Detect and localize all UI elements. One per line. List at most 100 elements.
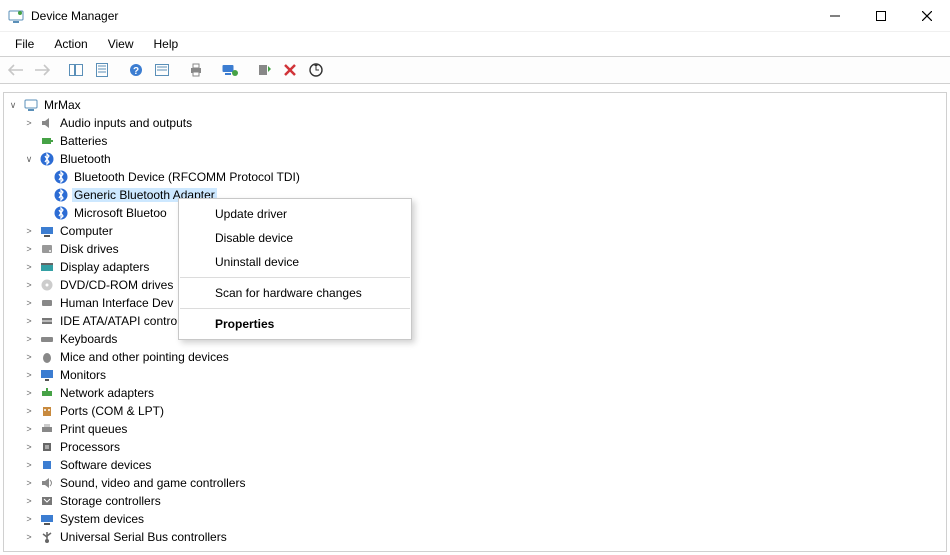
close-button[interactable] bbox=[904, 0, 950, 32]
category-label: Keyboards bbox=[58, 332, 119, 346]
expander-icon[interactable]: > bbox=[22, 476, 36, 490]
menu-file[interactable]: File bbox=[6, 34, 43, 54]
expander-icon[interactable]: > bbox=[22, 296, 36, 310]
device-row[interactable]: Bluetooth Device (RFCOMM Protocol TDI) bbox=[4, 168, 946, 186]
minimize-button[interactable] bbox=[812, 0, 858, 32]
sound-icon bbox=[39, 475, 55, 491]
bluetooth-icon bbox=[39, 151, 55, 167]
network-icon bbox=[39, 385, 55, 401]
ctx-scan-hardware[interactable]: Scan for hardware changes bbox=[179, 281, 411, 305]
action-list-button[interactable] bbox=[150, 59, 174, 81]
device-tree[interactable]: ∨ MrMax > Audio inputs and outputs Batte… bbox=[3, 92, 947, 552]
category-label: Network adapters bbox=[58, 386, 156, 400]
device-row[interactable]: Generic Bluetooth Adapter bbox=[4, 186, 946, 204]
titlebar: Device Manager bbox=[0, 0, 950, 32]
expander-icon[interactable]: > bbox=[22, 530, 36, 544]
system-icon bbox=[39, 511, 55, 527]
category-row[interactable]: > Storage controllers bbox=[4, 492, 946, 510]
category-row[interactable]: > System devices bbox=[4, 510, 946, 528]
computer-icon bbox=[39, 223, 55, 239]
category-row[interactable]: > IDE ATA/ATAPI contro bbox=[4, 312, 946, 330]
remote-computer-button[interactable] bbox=[218, 59, 242, 81]
monitor-icon bbox=[39, 367, 55, 383]
expander-icon[interactable]: > bbox=[22, 386, 36, 400]
expander-icon[interactable]: > bbox=[22, 404, 36, 418]
category-row[interactable]: > Network adapters bbox=[4, 384, 946, 402]
menubar: File Action View Help bbox=[0, 32, 950, 56]
window-title: Device Manager bbox=[31, 9, 118, 23]
menu-view[interactable]: View bbox=[99, 34, 143, 54]
category-row[interactable]: Batteries bbox=[4, 132, 946, 150]
expander-icon[interactable]: > bbox=[22, 116, 36, 130]
ctx-disable-device[interactable]: Disable device bbox=[179, 226, 411, 250]
ide-icon bbox=[39, 313, 55, 329]
category-row[interactable]: > Software devices bbox=[4, 456, 946, 474]
menu-help[interactable]: Help bbox=[145, 34, 188, 54]
maximize-button[interactable] bbox=[858, 0, 904, 32]
category-label: Batteries bbox=[58, 134, 109, 148]
category-row[interactable]: > Human Interface Dev bbox=[4, 294, 946, 312]
show-hide-tree-button[interactable] bbox=[64, 59, 88, 81]
ctx-properties[interactable]: Properties bbox=[179, 312, 411, 336]
category-row[interactable]: > Monitors bbox=[4, 366, 946, 384]
category-label: Processors bbox=[58, 440, 122, 454]
category-row[interactable]: > Mice and other pointing devices bbox=[4, 348, 946, 366]
expander-icon[interactable]: > bbox=[22, 512, 36, 526]
bluetooth-icon bbox=[53, 169, 69, 185]
expander-icon[interactable]: > bbox=[22, 314, 36, 328]
update-driver-button[interactable] bbox=[252, 59, 276, 81]
ctx-uninstall-device[interactable]: Uninstall device bbox=[179, 250, 411, 274]
category-row[interactable]: > Ports (COM & LPT) bbox=[4, 402, 946, 420]
expander-icon[interactable]: > bbox=[22, 224, 36, 238]
ctx-update-driver[interactable]: Update driver bbox=[179, 202, 411, 226]
category-row[interactable]: ∨ Bluetooth bbox=[4, 150, 946, 168]
dvd-icon bbox=[39, 277, 55, 293]
category-row[interactable]: > DVD/CD-ROM drives bbox=[4, 276, 946, 294]
expander-icon[interactable]: > bbox=[22, 350, 36, 364]
tree-root-label: MrMax bbox=[42, 98, 83, 112]
expander-icon[interactable]: ∨ bbox=[6, 98, 20, 112]
expander-icon[interactable]: > bbox=[22, 368, 36, 382]
expander-icon[interactable]: > bbox=[22, 440, 36, 454]
scan-hardware-button[interactable] bbox=[304, 59, 328, 81]
speaker-icon bbox=[39, 115, 55, 131]
category-label: Ports (COM & LPT) bbox=[58, 404, 166, 418]
category-label: Human Interface Dev bbox=[58, 296, 175, 310]
expander-icon[interactable]: > bbox=[22, 278, 36, 292]
bluetooth-icon bbox=[53, 205, 69, 221]
usb-icon bbox=[39, 529, 55, 545]
port-icon bbox=[39, 403, 55, 419]
category-label: DVD/CD-ROM drives bbox=[58, 278, 175, 292]
expander-icon[interactable]: > bbox=[22, 494, 36, 508]
uninstall-device-button[interactable] bbox=[278, 59, 302, 81]
expander-icon[interactable]: > bbox=[22, 458, 36, 472]
category-row[interactable]: > Audio inputs and outputs bbox=[4, 114, 946, 132]
print-button[interactable] bbox=[184, 59, 208, 81]
app-icon bbox=[8, 8, 24, 24]
category-row[interactable]: > Keyboards bbox=[4, 330, 946, 348]
expander-icon[interactable]: ∨ bbox=[22, 152, 36, 166]
device-row[interactable]: Microsoft Bluetoo bbox=[4, 204, 946, 222]
category-row[interactable]: > Print queues bbox=[4, 420, 946, 438]
category-row[interactable]: > Disk drives bbox=[4, 240, 946, 258]
category-label: Storage controllers bbox=[58, 494, 163, 508]
category-row[interactable]: > Computer bbox=[4, 222, 946, 240]
category-row[interactable]: > Sound, video and game controllers bbox=[4, 474, 946, 492]
category-row[interactable]: > Universal Serial Bus controllers bbox=[4, 528, 946, 546]
expander-icon[interactable]: > bbox=[22, 422, 36, 436]
context-menu: Update driver Disable device Uninstall d… bbox=[178, 198, 412, 340]
properties-button[interactable] bbox=[90, 59, 114, 81]
ctx-separator bbox=[180, 308, 410, 309]
ctx-separator bbox=[180, 277, 410, 278]
expander-icon[interactable]: > bbox=[22, 242, 36, 256]
menu-action[interactable]: Action bbox=[45, 34, 96, 54]
category-label: System devices bbox=[58, 512, 146, 526]
category-label: Monitors bbox=[58, 368, 108, 382]
category-row[interactable]: > Display adapters bbox=[4, 258, 946, 276]
expander-icon[interactable]: > bbox=[22, 260, 36, 274]
tree-root[interactable]: ∨ MrMax bbox=[4, 96, 946, 114]
category-row[interactable]: > Processors bbox=[4, 438, 946, 456]
expander-icon[interactable]: > bbox=[22, 332, 36, 346]
help-button[interactable]: ? bbox=[124, 59, 148, 81]
computer-icon bbox=[23, 97, 39, 113]
